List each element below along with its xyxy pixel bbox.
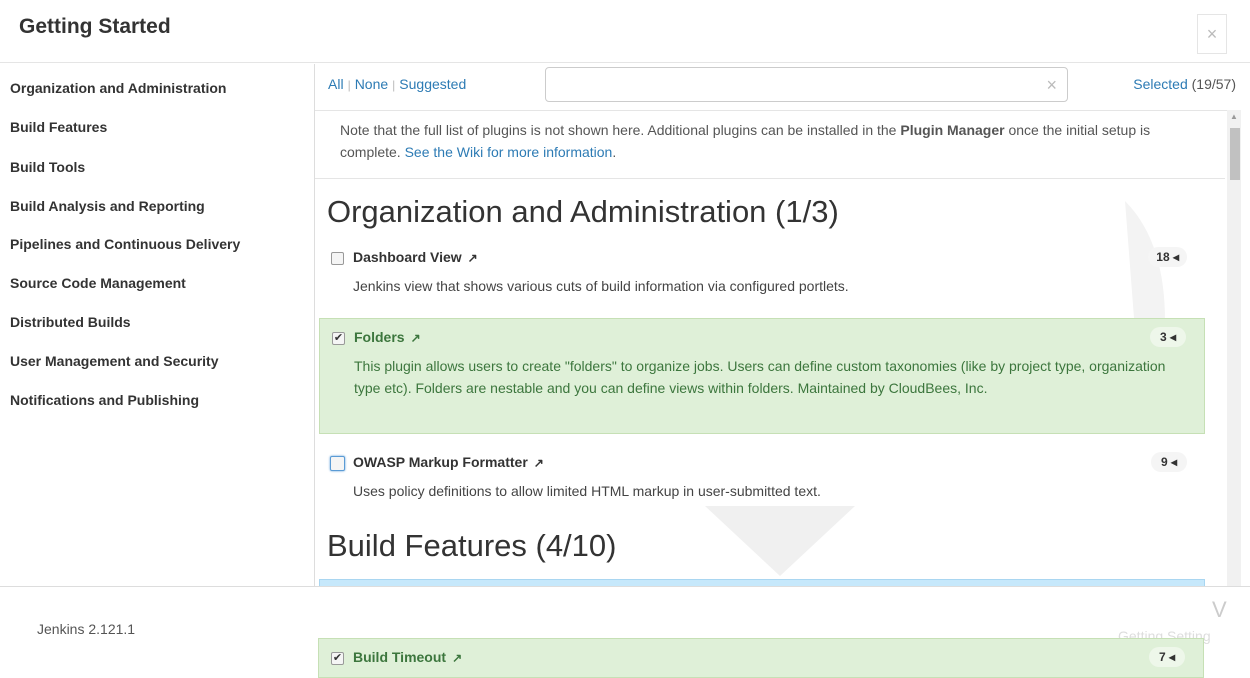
- plugin-description: Jenkins view that shows various cuts of …: [353, 278, 849, 294]
- plugin-list-scrollbar[interactable]: ▲: [1227, 110, 1241, 586]
- category-heading: Organization and Administration (1/3): [327, 194, 839, 229]
- expand-icon: ◂: [1170, 330, 1177, 344]
- jenkins-version: Jenkins 2.121.1: [37, 621, 136, 637]
- dialog-footer: Jenkins 2.121.1 V Getting Setting ✔ Buil…: [0, 586, 1250, 678]
- dialog-title: Getting Started: [19, 15, 171, 38]
- link-separator: |: [347, 78, 351, 92]
- selected-label: Selected: [1133, 76, 1188, 92]
- plugin-name: OWASP Markup Formatter ↗: [353, 454, 544, 470]
- plugin-name: Dashboard View ↗: [353, 249, 478, 265]
- plugin-checkbox[interactable]: ✔: [331, 652, 344, 665]
- scroll-up-icon[interactable]: ▲: [1230, 112, 1238, 121]
- close-button[interactable]: ×: [1197, 14, 1227, 54]
- dependency-count: 18: [1156, 250, 1170, 264]
- dependency-count: 3: [1159, 330, 1167, 344]
- external-link-icon[interactable]: ↗: [534, 456, 544, 470]
- select-suggested-link[interactable]: Suggested: [399, 76, 466, 92]
- sidebar-item-build-tools[interactable]: Build Tools: [10, 159, 85, 175]
- plugin-name-text: OWASP Markup Formatter: [353, 454, 528, 470]
- plugin-search-input[interactable]: ×: [545, 67, 1068, 102]
- plugin-name-text: Build Timeout: [353, 649, 447, 665]
- plugin-toolbar: All | None | Suggested × Selected (19/57): [315, 64, 1241, 109]
- selection-links: All | None | Suggested: [328, 76, 466, 92]
- select-none-link[interactable]: None: [355, 76, 388, 92]
- plugin-row-dashboard-view[interactable]: Dashboard View ↗ 18 ◂ Jenkins view that s…: [319, 239, 1205, 299]
- plugin-description: Uses policy definitions to allow limited…: [353, 483, 821, 499]
- plugin-list: Note that the full list of plugins is no…: [315, 110, 1241, 586]
- plugin-name: Folders ↗: [354, 329, 421, 345]
- dependency-count: 7: [1158, 650, 1166, 664]
- scrollbar-thumb[interactable]: [1230, 128, 1240, 180]
- plugin-row-build-timeout[interactable]: ✔ Build Timeout ↗ 7 ◂: [318, 638, 1204, 678]
- background-text: V: [1212, 597, 1227, 622]
- dependency-count: 9: [1160, 455, 1168, 469]
- dependency-badge[interactable]: 3 ◂: [1150, 327, 1186, 347]
- plugin-row-folders[interactable]: ✔ Folders ↗ 3 ◂ This plugin allows users …: [319, 318, 1205, 434]
- clear-icon[interactable]: ×: [1046, 75, 1057, 96]
- external-link-icon[interactable]: ↗: [468, 251, 478, 265]
- plugin-description: This plugin allows users to create "fold…: [354, 358, 1166, 396]
- select-all-link[interactable]: All: [328, 76, 344, 92]
- sidebar-item-pipelines[interactable]: Pipelines and Continuous Delivery: [10, 236, 240, 252]
- sidebar-item-organization[interactable]: Organization and Administration: [10, 80, 227, 96]
- plugin-checkbox[interactable]: ✔: [332, 332, 345, 345]
- plugin-checkbox[interactable]: [330, 456, 345, 471]
- plugin-row-build-name-setter[interactable]: build-name-setter↗ 11 ◂: [319, 579, 1205, 586]
- dependency-badge[interactable]: 7 ◂: [1149, 647, 1185, 667]
- dialog-header: Getting Started ×: [0, 0, 1250, 63]
- dependency-badge[interactable]: 18 ◂: [1148, 247, 1187, 267]
- sidebar-item-distributed-builds[interactable]: Distributed Builds: [10, 314, 131, 330]
- plugin-row-owasp[interactable]: OWASP Markup Formatter ↗ 9 ◂ Uses policy …: [319, 444, 1205, 504]
- plugin-name-text: Folders: [354, 329, 405, 345]
- note-text: Note that the full list of plugins is no…: [340, 122, 901, 138]
- expand-icon: ◂: [1172, 250, 1179, 264]
- plugin-content: All | None | Suggested × Selected (19/57) No…: [314, 64, 1241, 586]
- plugin-name-text: Dashboard View: [353, 249, 462, 265]
- sidebar-item-scm[interactable]: Source Code Management: [10, 275, 186, 291]
- plugin-manager-note: Note that the full list of plugins is no…: [340, 119, 1195, 163]
- expand-icon: ◂: [1169, 650, 1176, 664]
- note-end: .: [612, 144, 617, 160]
- sidebar-item-build-features[interactable]: Build Features: [10, 119, 107, 135]
- dependency-badge[interactable]: 9 ◂: [1151, 452, 1187, 472]
- expand-icon: ◂: [1171, 455, 1178, 469]
- wiki-link[interactable]: See the Wiki for more information: [405, 144, 613, 160]
- plugin-checkbox[interactable]: [331, 252, 344, 265]
- sidebar-item-build-analysis[interactable]: Build Analysis and Reporting: [10, 198, 205, 214]
- note-plugin-manager: Plugin Manager: [900, 122, 1005, 138]
- sidebar-item-user-management[interactable]: User Management and Security: [10, 353, 219, 369]
- link-separator: |: [392, 78, 396, 92]
- selected-count: (19/57): [1191, 76, 1236, 92]
- external-link-icon[interactable]: ↗: [452, 651, 462, 665]
- sidebar-item-notifications[interactable]: Notifications and Publishing: [10, 392, 199, 408]
- plugin-name: Build Timeout ↗: [353, 649, 462, 665]
- selected-count-link[interactable]: Selected (19/57): [1133, 76, 1236, 92]
- category-sidebar: Organization and Administration Build Fe…: [0, 64, 314, 586]
- divider: [315, 178, 1225, 179]
- external-link-icon[interactable]: ↗: [411, 331, 421, 345]
- category-heading: Build Features (4/10): [327, 528, 617, 563]
